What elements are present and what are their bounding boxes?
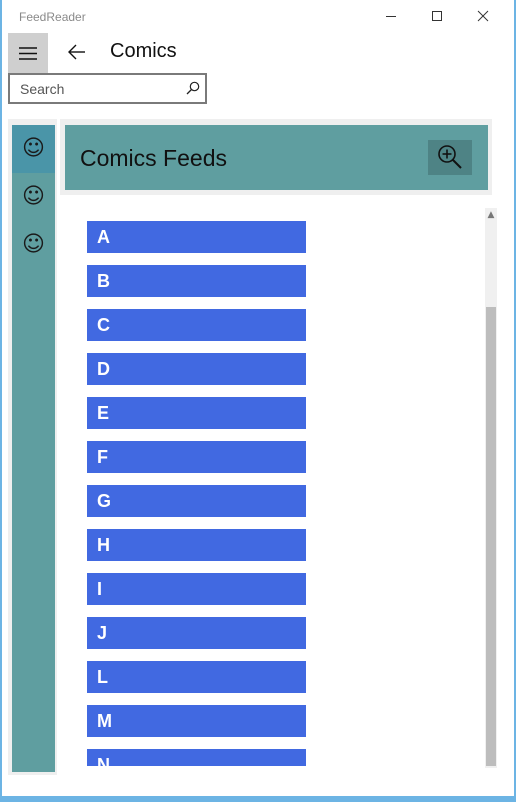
minimize-icon xyxy=(386,16,396,17)
page-title: Comics xyxy=(110,40,177,62)
nav-rail: ☺ ☺ ☺ xyxy=(12,125,55,772)
close-button[interactable] xyxy=(460,0,506,32)
maximize-button[interactable] xyxy=(414,0,460,32)
letter-item-l[interactable]: L xyxy=(87,661,306,693)
nav-rail-item-3[interactable]: ☺ xyxy=(12,221,55,269)
letter-item-j[interactable]: J xyxy=(87,617,306,649)
search-icon[interactable] xyxy=(186,81,200,95)
smiley-icon: ☺ xyxy=(22,136,45,161)
close-icon xyxy=(477,10,489,22)
zoom-button[interactable] xyxy=(428,140,472,175)
letter-item-h[interactable]: H xyxy=(87,529,306,561)
panel-header: Comics Feeds xyxy=(65,125,488,190)
letter-item-m[interactable]: M xyxy=(87,705,306,737)
letter-item-a[interactable]: A xyxy=(87,221,306,253)
nav-rail-item-1[interactable]: ☺ xyxy=(12,125,55,173)
letter-item-f[interactable]: F xyxy=(87,441,306,473)
hamburger-menu-button[interactable] xyxy=(8,33,48,73)
maximize-icon xyxy=(432,11,442,21)
panel-title: Comics Feeds xyxy=(80,145,227,171)
letter-item-d[interactable]: D xyxy=(87,353,306,385)
letter-item-e[interactable]: E xyxy=(87,397,306,429)
letter-item-c[interactable]: C xyxy=(87,309,306,341)
scroll-thumb[interactable] xyxy=(486,307,496,766)
app-window: FeedReader Comics Search ☺ ☺ ☺ Comics Fe… xyxy=(2,0,514,796)
minimize-button[interactable] xyxy=(368,0,414,32)
nav-rail-item-2[interactable]: ☺ xyxy=(12,173,55,221)
smiley-icon: ☺ xyxy=(22,184,45,209)
app-title: FeedReader xyxy=(19,10,86,24)
letter-item-n[interactable]: N xyxy=(87,749,306,766)
smiley-icon: ☺ xyxy=(22,232,45,257)
scroll-up-arrow-icon[interactable]: ▲ xyxy=(485,208,497,222)
search-input[interactable] xyxy=(10,75,180,102)
letter-item-i[interactable]: I xyxy=(87,573,306,605)
back-button[interactable] xyxy=(64,38,92,68)
letter-item-b[interactable]: B xyxy=(87,265,306,297)
vertical-scrollbar[interactable]: ▲ xyxy=(485,208,497,768)
letter-item-g[interactable]: G xyxy=(87,485,306,517)
hamburger-icon xyxy=(19,47,37,60)
zoom-in-icon xyxy=(438,145,462,169)
letter-list: A B C D E F G H I J L M N xyxy=(60,205,480,766)
back-arrow-icon xyxy=(68,44,85,60)
search-box[interactable] xyxy=(8,73,207,104)
title-bar: FeedReader xyxy=(2,0,514,32)
